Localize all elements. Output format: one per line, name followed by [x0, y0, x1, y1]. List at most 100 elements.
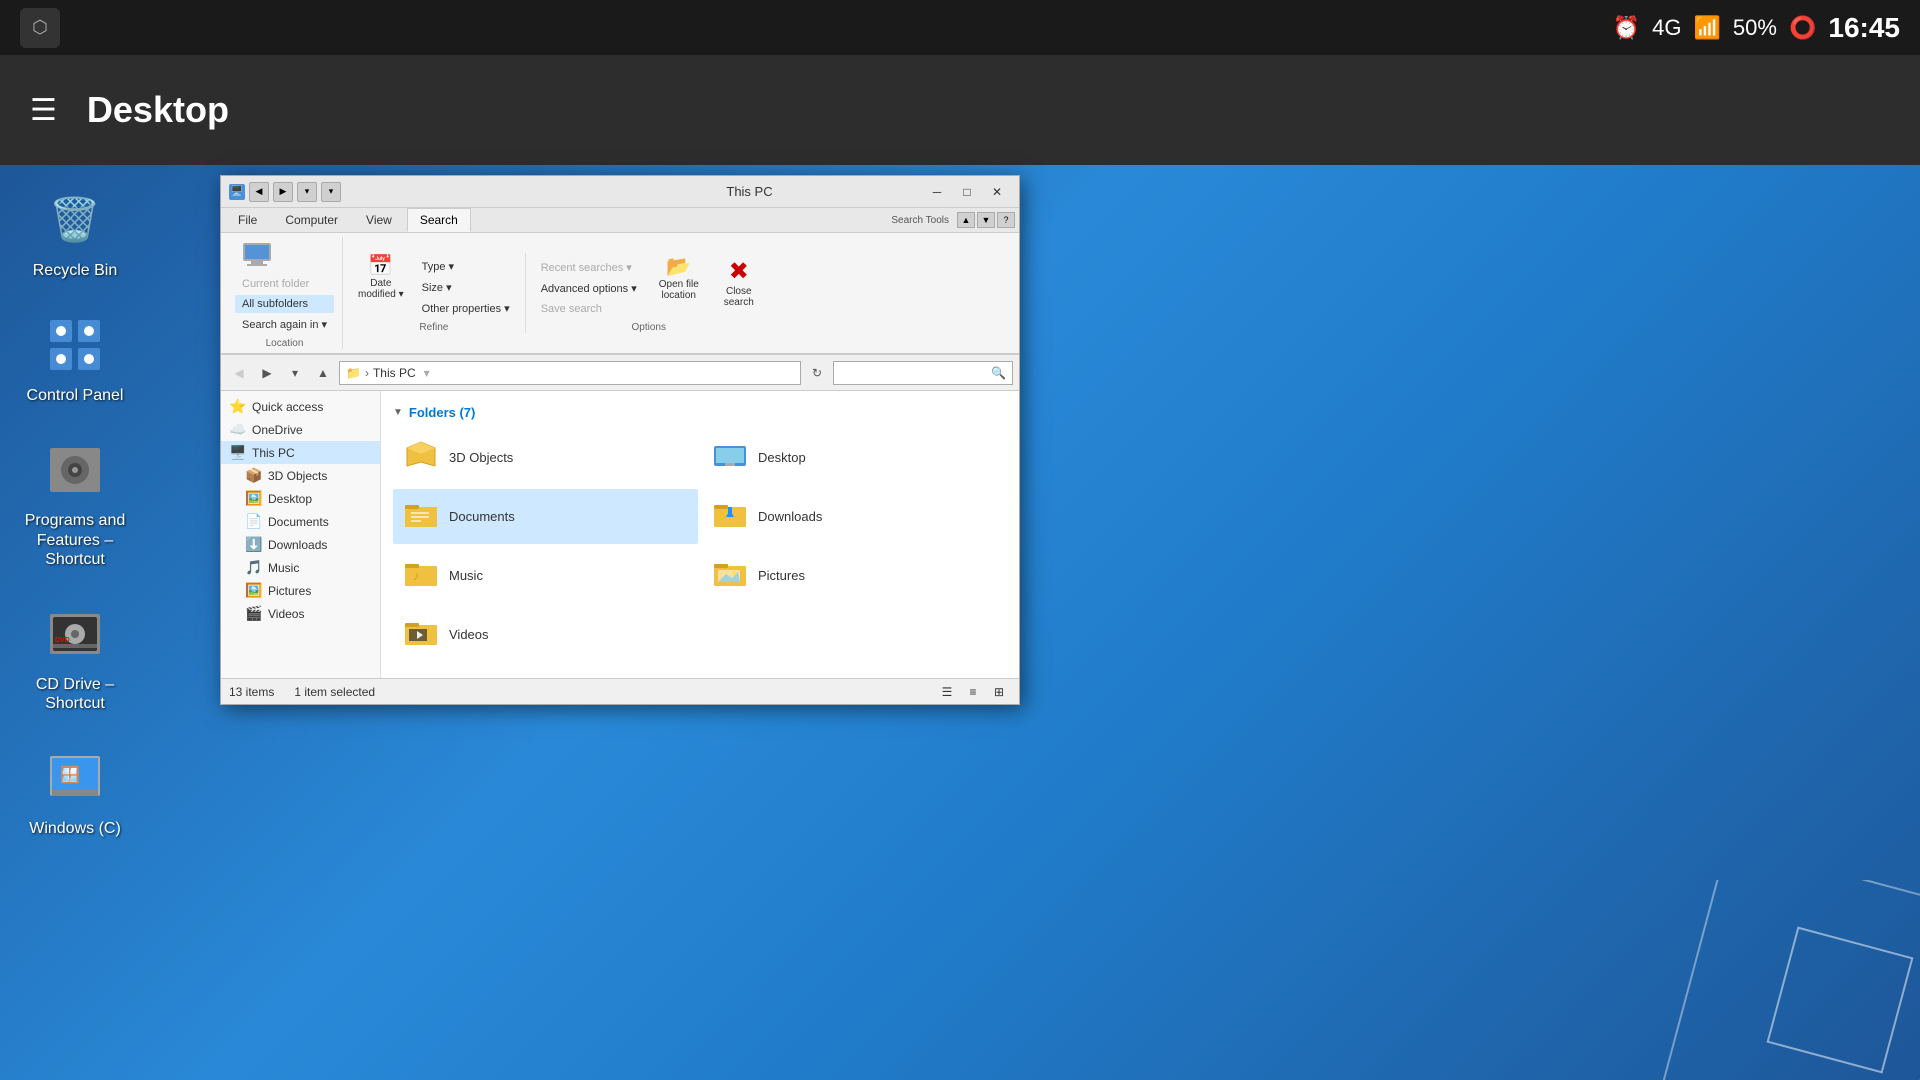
- forward-btn[interactable]: ▶: [255, 361, 279, 385]
- detail-view-btn[interactable]: ≡: [961, 682, 985, 702]
- desktop-icon-windows-c[interactable]: 🪟 Windows (C): [20, 743, 130, 838]
- battery-label: 50%: [1733, 15, 1777, 41]
- path-arrow: ›: [365, 366, 369, 380]
- nav-quick-access[interactable]: ⭐ Quick access: [221, 395, 380, 418]
- desktop-icons: 🗑️ Recycle Bin Control Panel: [20, 185, 130, 839]
- 3d-objects-nav-label: 3D Objects: [268, 469, 327, 483]
- file-area: ▼ Folders (7): [381, 391, 1019, 678]
- save-search-btn[interactable]: Save search: [534, 300, 644, 318]
- other-properties-btn[interactable]: Other properties ▾: [415, 299, 517, 318]
- folder-desktop[interactable]: Desktop: [702, 430, 1007, 485]
- 3d-objects-folder-label: 3D Objects: [449, 450, 513, 465]
- tab-search[interactable]: Search: [407, 208, 471, 232]
- tab-view[interactable]: View: [353, 208, 405, 232]
- tab-computer[interactable]: Computer: [272, 208, 351, 232]
- path-end: ▾: [424, 366, 430, 380]
- advanced-options-btn[interactable]: Advanced options ▾: [534, 279, 644, 298]
- status-info: 13 items 1 item selected: [229, 685, 375, 699]
- status-bar-right: ⏰ 4G 📶 50% ⭕ 16:45: [1613, 12, 1900, 44]
- downloads-folder-label: Downloads: [758, 509, 822, 524]
- titlebar-fwd-btn[interactable]: ▶: [273, 182, 293, 202]
- nav-music[interactable]: 🎵 Music: [221, 556, 380, 579]
- search-box[interactable]: 🔍: [833, 361, 1013, 385]
- control-panel-icon: [40, 310, 110, 380]
- up-btn[interactable]: ▲: [311, 361, 335, 385]
- path-icon: 📁: [346, 366, 361, 380]
- nav-videos[interactable]: 🎬 Videos: [221, 602, 380, 625]
- battery-icon: ⭕: [1789, 15, 1816, 41]
- titlebar-down-btn[interactable]: ▾: [297, 182, 317, 202]
- tab-file[interactable]: File: [225, 208, 270, 232]
- time-display: 16:45: [1828, 12, 1900, 44]
- search-again-in-btn[interactable]: Search again in ▾: [235, 315, 334, 334]
- folder-3d-objects[interactable]: 3D Objects: [393, 430, 698, 485]
- downloads-folder-icon: [712, 497, 748, 536]
- search-input[interactable]: [840, 366, 987, 380]
- current-folder-btn[interactable]: Current folder: [235, 275, 334, 293]
- ribbon-up-btn[interactable]: ▲: [957, 212, 975, 228]
- folder-music[interactable]: ♪ Music: [393, 548, 698, 603]
- ribbon-down-btn[interactable]: ▼: [977, 212, 995, 228]
- back-btn[interactable]: ◀: [227, 361, 251, 385]
- control-panel-label: Control Panel: [27, 386, 124, 405]
- documents-folder-label: Documents: [449, 509, 515, 524]
- nav-onedrive[interactable]: ☁️ OneDrive: [221, 418, 380, 441]
- recycle-bin-icon: 🗑️: [40, 185, 110, 255]
- quick-access-icon: ⭐: [229, 398, 247, 415]
- nav-documents[interactable]: 📄 Documents: [221, 510, 380, 533]
- nav-desktop[interactable]: 🖼️ Desktop: [221, 487, 380, 510]
- signal-icon: 📶: [1694, 15, 1721, 41]
- nav-pictures[interactable]: 🖼️ Pictures: [221, 579, 380, 602]
- nav-3d-objects[interactable]: 📦 3D Objects: [221, 464, 380, 487]
- address-bar: ◀ ▶ ▾ ▲ 📁 › This PC ▾ ↻ 🔍: [221, 355, 1019, 391]
- all-subfolders-btn[interactable]: All subfolders: [235, 295, 334, 313]
- items-count: 13 items: [229, 685, 274, 699]
- open-file-location-btn[interactable]: 📂 Open filelocation: [652, 254, 706, 304]
- desktop-icon-programs[interactable]: Programs and Features – Shortcut: [20, 435, 130, 569]
- folder-videos[interactable]: Videos: [393, 607, 698, 662]
- close-button[interactable]: ✕: [983, 181, 1011, 203]
- type-btn[interactable]: Type ▾: [415, 257, 517, 276]
- nav-panel: ⭐ Quick access ☁️ OneDrive 🖥️ This PC 📦 …: [221, 391, 381, 678]
- minimize-button[interactable]: ─: [923, 181, 951, 203]
- date-modified-btn[interactable]: 📅 Datemodified ▾: [351, 253, 411, 303]
- desktop-nav-label: Desktop: [268, 492, 312, 506]
- nav-this-pc[interactable]: 🖥️ This PC: [221, 441, 380, 464]
- path-label: This PC: [373, 366, 416, 380]
- onedrive-label: OneDrive: [252, 423, 303, 437]
- android-status-bar: ⬡ ⏰ 4G 📶 50% ⭕ 16:45: [0, 0, 1920, 55]
- cd-drive-label: CD Drive – Shortcut: [20, 675, 130, 713]
- refine-group-label: Refine: [419, 322, 448, 333]
- close-search-btn[interactable]: ✖ Closesearch: [714, 254, 764, 311]
- pictures-folder-icon: [712, 556, 748, 595]
- desktop-icon-cd-drive[interactable]: DVD CD Drive – Shortcut: [20, 599, 130, 713]
- quick-access-label: Quick access: [252, 400, 323, 414]
- size-btn[interactable]: Size ▾: [415, 278, 517, 297]
- nav-downloads[interactable]: ⬇️ Downloads: [221, 533, 380, 556]
- music-folder-label: Music: [449, 568, 483, 583]
- address-path[interactable]: 📁 › This PC ▾: [339, 361, 801, 385]
- dropdown-btn[interactable]: ▾: [283, 361, 307, 385]
- tile-view-btn[interactable]: ⊞: [987, 682, 1011, 702]
- section-header-label: Folders (7): [409, 405, 475, 420]
- windows-c-label: Windows (C): [29, 819, 121, 838]
- refresh-btn[interactable]: ↻: [805, 361, 829, 385]
- desktop-icon-recycle-bin[interactable]: 🗑️ Recycle Bin: [20, 185, 130, 280]
- desktop-icon-control-panel[interactable]: Control Panel: [20, 310, 130, 405]
- ribbon-help-btn[interactable]: ?: [997, 212, 1015, 228]
- recent-searches-btn[interactable]: Recent searches ▾: [534, 258, 644, 277]
- onedrive-icon: ☁️: [229, 421, 247, 438]
- folder-downloads[interactable]: Downloads: [702, 489, 1007, 544]
- hamburger-menu[interactable]: ☰: [30, 93, 57, 128]
- ribbon-content: Current folder All subfolders Search aga…: [221, 233, 1019, 354]
- titlebar-options-btn[interactable]: ▾: [321, 182, 341, 202]
- music-nav-label: Music: [268, 561, 299, 575]
- maximize-button[interactable]: □: [953, 181, 981, 203]
- folder-pictures[interactable]: Pictures: [702, 548, 1007, 603]
- pictures-nav-icon: 🖼️: [245, 582, 263, 599]
- desktop-nav-icon: 🖼️: [245, 490, 263, 507]
- list-view-btn[interactable]: ☰: [935, 682, 959, 702]
- folders-section-header[interactable]: ▼ Folders (7): [389, 399, 1011, 426]
- titlebar-back-btn[interactable]: ◀: [249, 182, 269, 202]
- folder-documents[interactable]: Documents: [393, 489, 698, 544]
